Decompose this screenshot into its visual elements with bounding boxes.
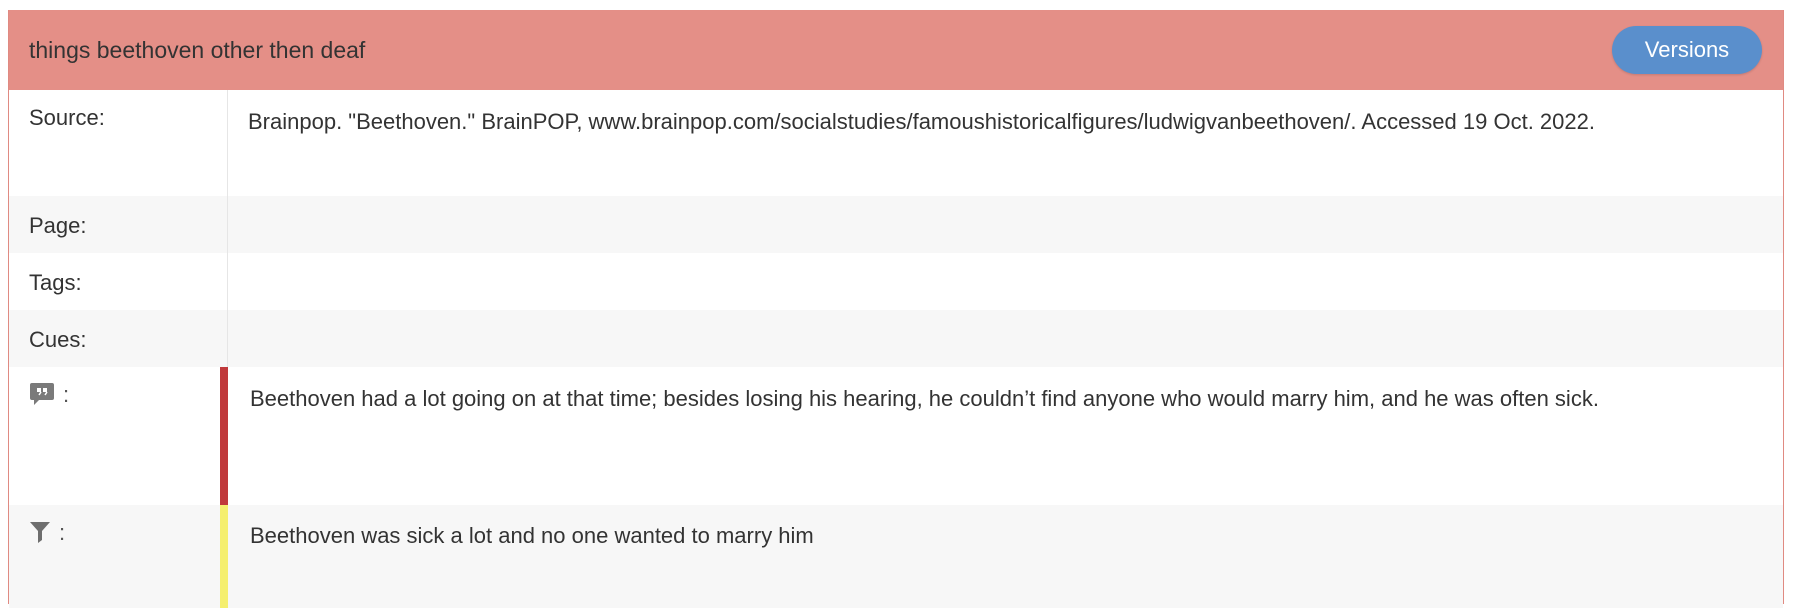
versions-button[interactable]: Versions (1612, 26, 1762, 74)
tags-label: Tags: (9, 253, 228, 310)
note-row: : Beethoven had a lot going on at that t… (9, 367, 1783, 505)
quote-bubble-icon (29, 382, 55, 406)
note-label: : (9, 367, 220, 505)
cues-label: Cues: (9, 310, 228, 367)
source-value: Brainpop. "Beethoven." BrainPOP, www.bra… (248, 109, 1595, 134)
note-card: things beethoven other then deaf Version… (8, 10, 1784, 608)
tags-value (228, 253, 1783, 310)
note-title: things beethoven other then deaf (29, 36, 366, 63)
note-text: Beethoven had a lot going on at that tim… (250, 386, 1599, 411)
summary-colon: : (59, 520, 66, 545)
cues-row: Cues: (9, 310, 1783, 367)
note-colon: : (63, 382, 70, 407)
source-label: Source: (9, 90, 228, 196)
summary-color-bar (220, 505, 228, 608)
page-label: Page: (9, 196, 228, 253)
note-color-bar (220, 367, 228, 505)
summary-label: : (9, 505, 220, 608)
filter-funnel-icon (29, 520, 51, 544)
source-row: Source: Brainpop. "Beethoven." BrainPOP,… (9, 90, 1783, 196)
page-value (228, 196, 1783, 253)
summary-row: : Beethoven was sick a lot and no one wa… (9, 505, 1783, 608)
note-header: things beethoven other then deaf Version… (9, 10, 1783, 90)
page-row: Page: (9, 196, 1783, 253)
tags-row: Tags: (9, 253, 1783, 310)
summary-text: Beethoven was sick a lot and no one want… (250, 523, 814, 548)
cues-value (228, 310, 1783, 367)
